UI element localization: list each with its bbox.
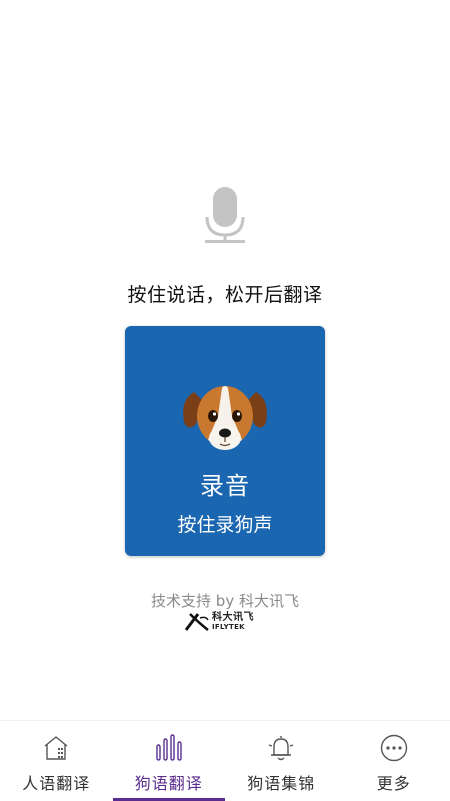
tab-more[interactable]: 更多 bbox=[338, 721, 450, 801]
instruction-text: 按住说话，松开后翻译 bbox=[0, 280, 450, 307]
tab-human-translate[interactable]: 人语翻译 bbox=[0, 721, 113, 801]
bottom-tab-bar: 人语翻译 狗语翻译 狗语集锦 更多 bbox=[0, 720, 450, 801]
tab-label: 人语翻译 bbox=[0, 770, 113, 794]
more-dots-icon bbox=[379, 733, 409, 763]
tab-label: 狗语集锦 bbox=[225, 770, 338, 794]
record-button[interactable]: 录音 按住录狗声 bbox=[125, 326, 325, 556]
dog-face-icon bbox=[180, 378, 270, 458]
tab-dog-collection[interactable]: 狗语集锦 bbox=[225, 721, 338, 801]
record-title: 录音 bbox=[125, 466, 325, 501]
logo-en-text: IFLYTEK bbox=[212, 624, 254, 631]
iflytek-logo: 科大讯飞 IFLYTEK bbox=[184, 611, 268, 633]
iflytek-logo-mark bbox=[184, 612, 210, 632]
logo-cn-text: 科大讯飞 bbox=[212, 613, 254, 623]
tab-dog-translate[interactable]: 狗语翻译 bbox=[113, 721, 226, 801]
tab-label: 狗语翻译 bbox=[113, 770, 226, 794]
house-icon bbox=[41, 733, 71, 763]
microphone-icon bbox=[200, 185, 250, 245]
record-subtitle: 按住录狗声 bbox=[125, 510, 325, 537]
bell-icon bbox=[266, 733, 296, 763]
tech-support-text: 技术支持 by 科大讯飞 bbox=[0, 590, 450, 611]
sound-bars-icon bbox=[154, 733, 184, 763]
tab-label: 更多 bbox=[338, 770, 450, 794]
